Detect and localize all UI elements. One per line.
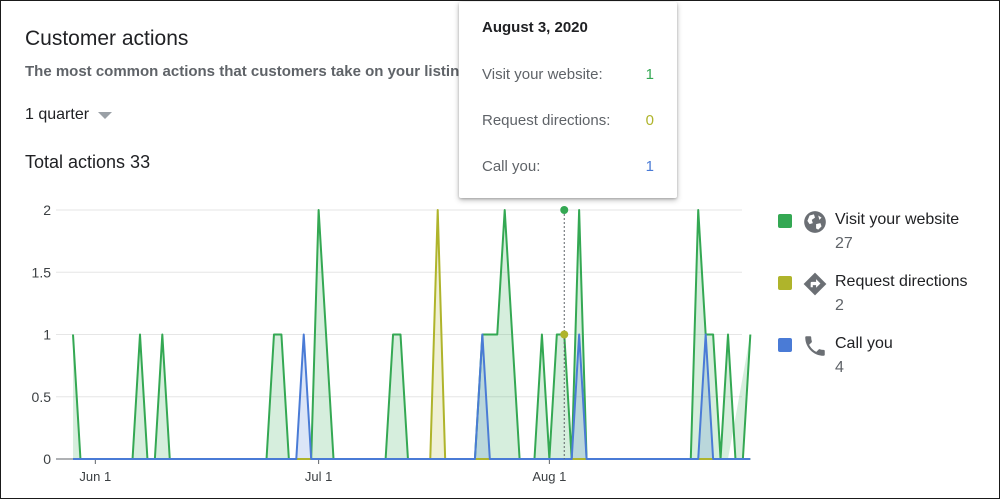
tooltip-value-call: 1 xyxy=(645,158,654,175)
phone-icon xyxy=(805,336,825,356)
globe-icon xyxy=(804,211,826,233)
y-tick-label: 0 xyxy=(43,451,51,467)
legend-count-call: 4 xyxy=(835,359,844,376)
tooltip-label-directions: Request directions: xyxy=(482,112,611,129)
hover-point-website xyxy=(560,206,569,214)
legend-swatch-directions xyxy=(778,276,792,290)
tooltip-label-website: Visit your website: xyxy=(482,66,603,83)
legend-swatch-call xyxy=(778,338,792,352)
hover-point-directions xyxy=(560,330,569,339)
tooltip-label-call: Call you: xyxy=(482,158,541,175)
period-dropdown-label: 1 quarter xyxy=(25,106,90,123)
legend-count-directions: 2 xyxy=(835,297,844,314)
legend-name-website: Visit your website xyxy=(835,211,960,228)
y-tick-label: 0.5 xyxy=(32,389,52,405)
tooltip-row-website: Visit your website: 1 xyxy=(482,66,654,83)
tooltip-row-directions: Request directions: 0 xyxy=(482,112,654,129)
total-actions: Total actions 33 xyxy=(25,152,151,172)
directions-icon xyxy=(803,272,827,296)
legend-item-call[interactable]: Call you 4 xyxy=(778,332,993,394)
x-tick-label: Jul 1 xyxy=(305,469,332,484)
tooltip-date: August 3, 2020 xyxy=(482,19,588,36)
tooltip-value-website: 1 xyxy=(645,66,654,83)
y-tick-label: 2 xyxy=(43,202,51,218)
y-tick-label: 1.5 xyxy=(32,264,52,280)
legend-swatch-website xyxy=(778,214,792,228)
y-tick-label: 1 xyxy=(43,327,51,343)
tooltip-row-call: Call you: 1 xyxy=(482,158,654,175)
tooltip-value-directions: 0 xyxy=(645,112,654,129)
x-tick-label: Aug 1 xyxy=(532,469,566,484)
legend-item-directions[interactable]: Request directions 2 xyxy=(778,270,993,332)
legend-name-directions: Request directions xyxy=(835,273,968,290)
legend-name-call: Call you xyxy=(835,335,893,352)
period-dropdown[interactable]: 1 quarter xyxy=(25,106,113,124)
chart-tooltip: August 3, 2020 Visit your website: 1 Req… xyxy=(459,2,677,198)
legend-item-website[interactable]: Visit your website 27 xyxy=(778,208,993,270)
chart-legend: Visit your website 27 Request directions… xyxy=(778,208,993,394)
caret-down-icon xyxy=(98,111,113,119)
x-tick-label: Jun 1 xyxy=(79,469,111,484)
page-title: Customer actions xyxy=(25,27,189,50)
legend-count-website: 27 xyxy=(835,235,853,252)
actions-chart: 0 0.5 1 1.5 2 Jun 1 Jul 1 Aug 1 xyxy=(32,202,752,484)
page-subtitle: The most common actions that customers t… xyxy=(25,63,469,80)
